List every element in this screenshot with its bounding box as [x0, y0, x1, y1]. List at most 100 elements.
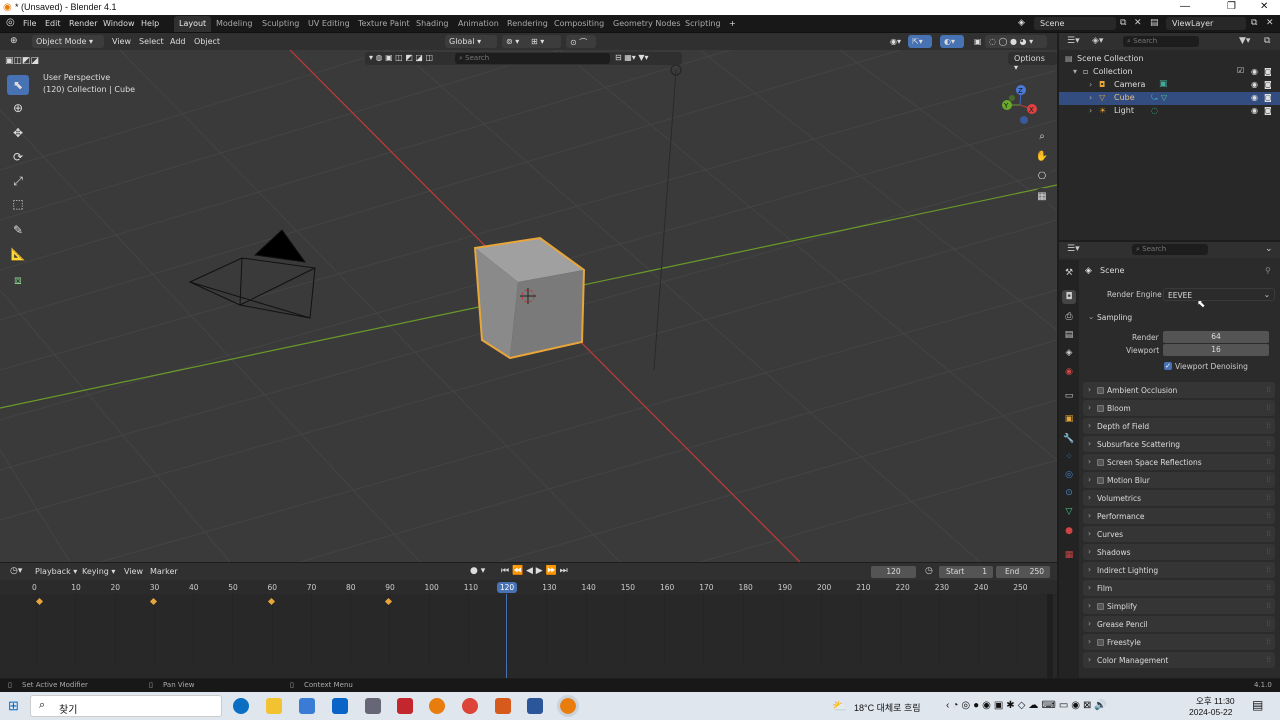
- particles-tab-icon[interactable]: ⁘: [1062, 450, 1076, 464]
- outliner-row-scene-collection[interactable]: ▤ Scene Collection: [1059, 53, 1280, 66]
- panel-motion-blur[interactable]: › Motion Blur ⁞⁞: [1083, 472, 1275, 488]
- menu-keying[interactable]: Keying ▾: [78, 565, 119, 578]
- checkbox-icon[interactable]: ☑: [1237, 66, 1244, 75]
- tab-sculpting[interactable]: Sculpting: [257, 16, 304, 32]
- panel-sampling[interactable]: ⌄ Sampling: [1083, 309, 1275, 325]
- outliner-row-collection[interactable]: ▾ ▫ Collection ☑ ◉ ◙: [1059, 66, 1280, 79]
- timeline-scrollbar[interactable]: [1047, 594, 1053, 678]
- output-tab-icon[interactable]: ⎙: [1062, 310, 1076, 324]
- eye-icon[interactable]: ◉: [1251, 80, 1258, 89]
- drag-handle-icon[interactable]: ⁞⁞: [1266, 403, 1271, 412]
- tab-shading[interactable]: Shading: [411, 16, 454, 32]
- measure-tool-icon[interactable]: 📐: [7, 244, 29, 264]
- select-box-modes[interactable]: ▣◫◩◪: [5, 51, 39, 71]
- panel-grease-pencil[interactable]: › Grease Pencil ⁞⁞: [1083, 616, 1275, 632]
- panel-enable-checkbox[interactable]: [1097, 477, 1104, 484]
- perspective-toggle-icon[interactable]: ▦: [1033, 188, 1051, 206]
- select-mode-icons[interactable]: ▾ ◍ ▣ ◫ ◩ ◪ ◫: [369, 53, 433, 62]
- panel-performance[interactable]: › Performance ⁞⁞: [1083, 508, 1275, 524]
- panel-simplify[interactable]: › Simplify ⁞⁞: [1083, 598, 1275, 614]
- render-icon[interactable]: ◙: [1264, 80, 1272, 89]
- notification-icon[interactable]: ▤: [1252, 698, 1263, 712]
- panel-curves[interactable]: › Curves ⁞⁞: [1083, 526, 1275, 542]
- menu-select[interactable]: Select: [135, 35, 168, 48]
- visibility-icon[interactable]: ◉▾: [886, 35, 905, 48]
- panel-subsurface-scattering[interactable]: › Subsurface Scattering ⁞⁞: [1083, 436, 1275, 452]
- drag-handle-icon[interactable]: ⁞⁞: [1266, 511, 1271, 520]
- tab-modeling[interactable]: Modeling: [211, 16, 257, 32]
- menu-playback[interactable]: Playback ▾: [31, 565, 81, 578]
- blender-active-icon[interactable]: [557, 695, 579, 717]
- zoom-icon[interactable]: ⌕: [1033, 128, 1051, 146]
- annotate-tool-icon[interactable]: ✎: [7, 220, 29, 240]
- panel-ambient-occlusion[interactable]: › Ambient Occlusion ⁞⁞: [1083, 382, 1275, 398]
- drag-handle-icon[interactable]: ⁞⁞: [1266, 475, 1271, 484]
- menu-marker[interactable]: Marker: [146, 565, 182, 578]
- view-layer-tab-icon[interactable]: ▤: [1062, 328, 1076, 342]
- pin-icon[interactable]: ⚲: [1265, 266, 1271, 275]
- drag-handle-icon[interactable]: ⁞⁞: [1266, 421, 1271, 430]
- material-tab-icon[interactable]: ●: [1062, 524, 1076, 538]
- camera-data-icon[interactable]: ▣: [1159, 79, 1168, 89]
- render-icon[interactable]: ◙: [1264, 106, 1272, 115]
- blender-menu-icon[interactable]: ◎: [6, 17, 15, 28]
- file-explorer-icon[interactable]: [266, 698, 282, 714]
- add-workspace-button[interactable]: +: [724, 16, 741, 32]
- new-collection-icon[interactable]: ⧉: [1264, 36, 1270, 46]
- close-button[interactable]: ✕: [1260, 1, 1268, 12]
- render-samples-field[interactable]: 64: [1163, 331, 1269, 343]
- taskbar-time[interactable]: 오후 11:30: [1196, 695, 1235, 707]
- drag-handle-icon[interactable]: ⁞⁞: [1266, 565, 1271, 574]
- panel-enable-checkbox[interactable]: [1097, 387, 1104, 394]
- tab-uv-editing[interactable]: UV Editing: [303, 16, 355, 32]
- menu-help[interactable]: Help: [141, 19, 159, 28]
- panel-enable-checkbox[interactable]: [1097, 459, 1104, 466]
- frame-ruler[interactable]: 0 10 20 30 40 50 60 70 80 90 100 110 120 130 140 150 160…: [0, 580, 1057, 664]
- end-frame-field[interactable]: End 250: [996, 566, 1050, 578]
- menu-render[interactable]: Render: [69, 19, 97, 28]
- world-tab-icon[interactable]: ◉: [1062, 365, 1076, 379]
- app-icon[interactable]: [365, 698, 381, 714]
- scene-tab-icon[interactable]: ◈: [1062, 346, 1076, 360]
- filter-icon[interactable]: ▼▾: [1239, 36, 1250, 46]
- panel-enable-checkbox[interactable]: [1097, 603, 1104, 610]
- data-tab-icon[interactable]: ▽: [1062, 505, 1076, 519]
- viewport-canvas[interactable]: [0, 50, 1057, 562]
- modifier-icon[interactable]: ⤿: [1151, 93, 1158, 103]
- panel-screen-space-reflections[interactable]: › Screen Space Reflections ⁞⁞: [1083, 454, 1275, 470]
- panel-shadows[interactable]: › Shadows ⁞⁞: [1083, 544, 1275, 560]
- chrome-icon[interactable]: [462, 698, 478, 714]
- taskbar-date[interactable]: 2024-05-22: [1189, 707, 1232, 717]
- render-engine-dropdown[interactable]: EEVEE ⌄: [1163, 288, 1275, 301]
- mail-icon[interactable]: [332, 698, 348, 714]
- properties-options-icon[interactable]: ⌄: [1265, 244, 1273, 254]
- constraints-tab-icon[interactable]: ⊙: [1062, 486, 1076, 500]
- panel-color-management[interactable]: › Color Management ⁞⁞: [1083, 652, 1275, 668]
- tool-tab-icon[interactable]: ⚒: [1062, 266, 1076, 280]
- panel-freestyle[interactable]: › Freestyle ⁞⁞: [1083, 634, 1275, 650]
- tab-animation[interactable]: Animation: [453, 16, 504, 32]
- drag-handle-icon[interactable]: ⁞⁞: [1266, 385, 1271, 394]
- panel-enable-checkbox[interactable]: [1097, 639, 1104, 646]
- render-icon[interactable]: ◙: [1264, 67, 1272, 76]
- outliner-editor-icon[interactable]: ☰▾: [1067, 36, 1080, 46]
- current-frame-field[interactable]: 120: [871, 566, 916, 578]
- drag-handle-icon[interactable]: ⁞⁞: [1266, 529, 1271, 538]
- playback-controls[interactable]: ⏮ ⏪ ◀ ▶ ⏩ ⏭: [497, 564, 572, 577]
- panel-indirect-lighting[interactable]: › Indirect Lighting ⁞⁞: [1083, 562, 1275, 578]
- menu-window[interactable]: Window: [103, 19, 135, 28]
- blender-taskbar-icon[interactable]: [429, 698, 445, 714]
- powerpoint-icon[interactable]: [495, 698, 511, 714]
- proportional-edit[interactable]: ⊙ ⌒: [566, 35, 596, 48]
- filter-icons[interactable]: ⊟ ▦▾ ▼▾: [615, 53, 649, 62]
- eye-icon[interactable]: ◉: [1251, 106, 1258, 115]
- mode-selector[interactable]: Object Mode ▾: [32, 35, 104, 48]
- timeline-editor-icon[interactable]: ◷▾: [6, 564, 26, 577]
- drag-handle-icon[interactable]: ⁞⁞: [1266, 439, 1271, 448]
- expand-arrow-icon[interactable]: ›: [1089, 106, 1092, 115]
- expand-arrow-icon[interactable]: ›: [1089, 80, 1092, 89]
- render-icon[interactable]: ◙: [1264, 93, 1272, 102]
- object-tab-icon[interactable]: ▣: [1062, 412, 1076, 426]
- light-data-icon[interactable]: ◌: [1151, 106, 1158, 115]
- snap-toggle[interactable]: ⊞ ▾: [527, 35, 561, 48]
